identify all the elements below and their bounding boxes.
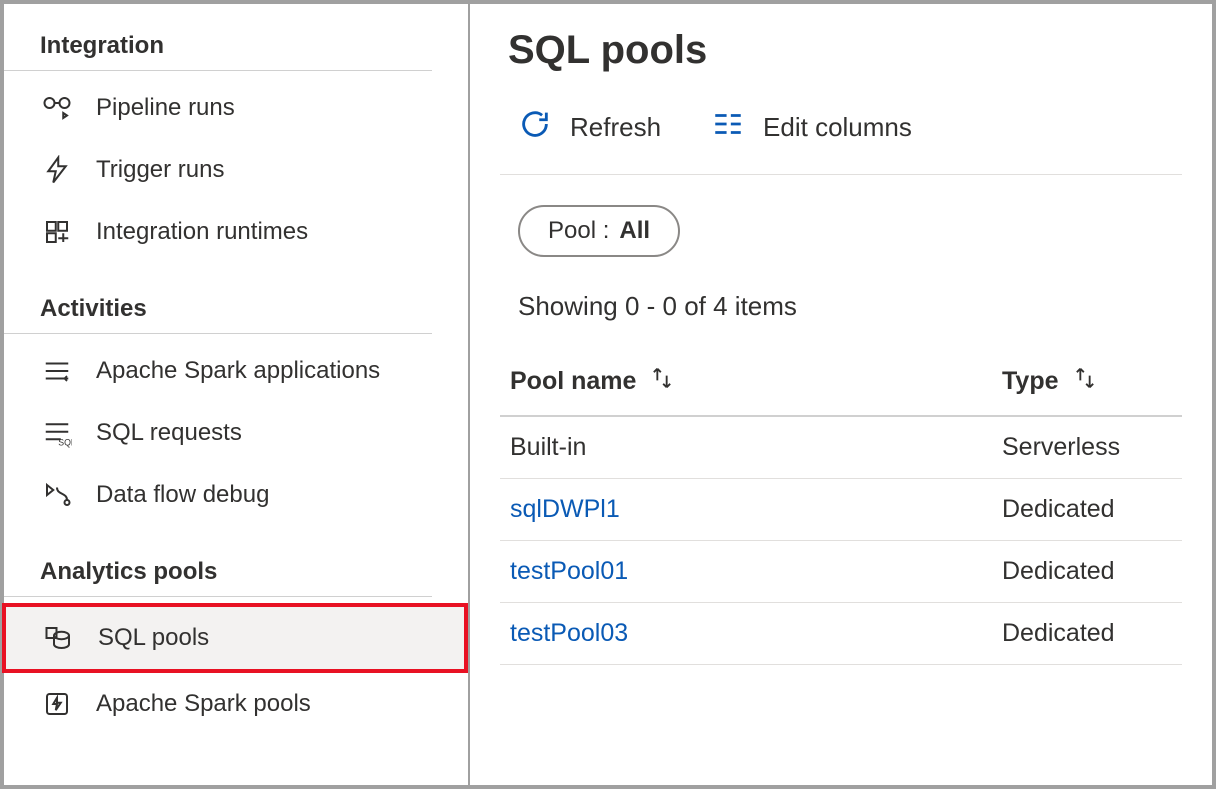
sql-requests-icon: SQL — [40, 416, 74, 450]
main-panel: SQL pools Refresh Edit columns Pool : Al… — [470, 4, 1212, 785]
sidebar-item-label: Apache Spark pools — [96, 690, 311, 718]
pool-type-text: Dedicated — [992, 541, 1182, 602]
table-row: sqlDWPl1Dedicated — [500, 479, 1182, 541]
section-header-integration: Integration — [4, 24, 432, 71]
col-name-label: Pool name — [510, 367, 636, 396]
sidebar-item-label: Trigger runs — [96, 156, 224, 184]
table-row: Built-inServerless — [500, 417, 1182, 479]
runtime-icon — [40, 215, 74, 249]
table-header: Pool name Type — [500, 348, 1182, 417]
app-frame: Integration Pipeline runs Trigger runs I… — [0, 0, 1216, 789]
sidebar-item-sql-requests[interactable]: SQL SQL requests — [4, 402, 468, 464]
col-header-type[interactable]: Type — [992, 348, 1182, 415]
pool-filter-label: Pool : — [548, 217, 609, 245]
sidebar-item-spark-pools[interactable]: Apache Spark pools — [4, 673, 468, 735]
sort-icon — [1071, 364, 1099, 399]
sidebar-item-label: SQL pools — [98, 624, 209, 652]
sort-icon — [648, 364, 676, 399]
page-title: SQL pools — [500, 22, 1182, 97]
refresh-label: Refresh — [570, 112, 661, 143]
pool-type-text: Dedicated — [992, 479, 1182, 540]
sidebar-item-sql-pools[interactable]: SQL pools — [2, 603, 468, 673]
pool-name-text: Built-in — [500, 417, 992, 478]
spark-pool-icon — [40, 687, 74, 721]
sidebar-item-label: Integration runtimes — [96, 218, 308, 246]
pipeline-icon — [40, 91, 74, 125]
dataflow-icon — [40, 478, 74, 512]
toolbar: Refresh Edit columns — [500, 97, 1182, 175]
columns-icon — [711, 107, 745, 148]
sidebar-item-dataflow-debug[interactable]: Data flow debug — [4, 464, 468, 526]
sidebar-item-label: Data flow debug — [96, 481, 269, 509]
section-header-activities: Activities — [4, 287, 432, 334]
sidebar-item-pipeline-runs[interactable]: Pipeline runs — [4, 77, 468, 139]
refresh-button[interactable]: Refresh — [518, 107, 661, 148]
edit-columns-button[interactable]: Edit columns — [711, 107, 912, 148]
section-header-analytics: Analytics pools — [4, 550, 432, 597]
col-type-label: Type — [1002, 367, 1059, 396]
sidebar-item-integration-runtimes[interactable]: Integration runtimes — [4, 201, 468, 263]
pool-table: Pool name Type Built-inServerlesssqlDWPl… — [500, 348, 1182, 665]
pool-name-link[interactable]: testPool03 — [500, 603, 992, 664]
filter-bar: Pool : All — [500, 205, 1182, 291]
pool-name-link[interactable]: testPool01 — [500, 541, 992, 602]
pool-type-text: Dedicated — [992, 603, 1182, 664]
lightning-icon — [40, 153, 74, 187]
pool-type-text: Serverless — [992, 417, 1182, 478]
svg-text:SQL: SQL — [58, 438, 72, 448]
pool-filter-value: All — [619, 217, 650, 245]
sidebar-item-trigger-runs[interactable]: Trigger runs — [4, 139, 468, 201]
showing-text: Showing 0 - 0 of 4 items — [500, 291, 1182, 348]
sidebar-item-label: Apache Spark applications — [96, 357, 380, 385]
sidebar-item-label: SQL requests — [96, 419, 242, 447]
sidebar-item-label: Pipeline runs — [96, 94, 235, 122]
edit-columns-label: Edit columns — [763, 112, 912, 143]
refresh-icon — [518, 107, 552, 148]
pool-filter-pill[interactable]: Pool : All — [518, 205, 680, 257]
table-row: testPool01Dedicated — [500, 541, 1182, 603]
pool-name-link[interactable]: sqlDWPl1 — [500, 479, 992, 540]
spark-app-icon — [40, 354, 74, 388]
sidebar-item-spark-applications[interactable]: Apache Spark applications — [4, 340, 468, 402]
sql-pool-icon — [42, 621, 76, 655]
col-header-name[interactable]: Pool name — [500, 348, 992, 415]
sidebar: Integration Pipeline runs Trigger runs I… — [4, 4, 470, 785]
table-row: testPool03Dedicated — [500, 603, 1182, 665]
